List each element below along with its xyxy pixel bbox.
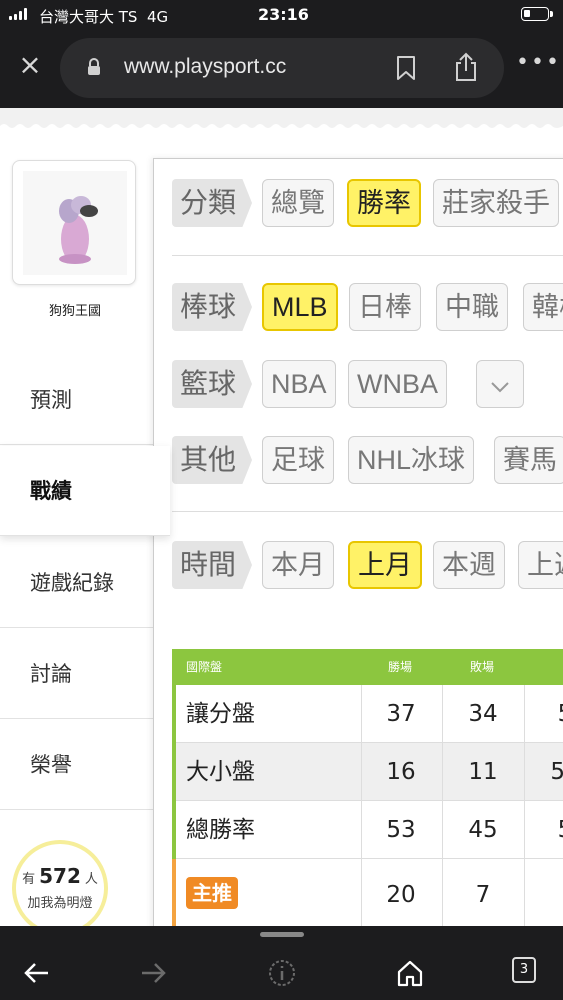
forward-icon[interactable] [138,958,168,988]
time-label: 時間 [172,541,253,589]
divider [172,255,563,256]
row-wins: 37 [386,701,416,727]
tabs-icon[interactable]: 3 [512,957,536,983]
filter-cpbl[interactable]: 中職 [436,283,508,331]
browser-chrome: 台灣大哥大 TS 4G 23:16 × www.playsport.cc ••• [0,0,563,108]
fans-prefix: 有 [22,872,36,887]
bookmark-icon[interactable] [396,55,416,81]
sidebar-item-record[interactable]: 戰績 [0,446,170,536]
drag-handle[interactable] [260,932,304,937]
url-text: www.playsport.cc [124,55,287,78]
filter-mlb[interactable]: MLB [262,283,338,331]
fans-suffix: 人 [84,872,98,887]
row-extra: 5 [530,801,563,859]
divider [524,685,525,926]
row-losses: 11 [468,759,498,785]
sidebar-item-game-log[interactable]: 遊戲紀錄 [0,538,153,628]
filter-horse-racing[interactable]: 賽馬 [494,436,563,484]
table-row: 大小盤 16 11 59 [172,743,563,801]
divider [172,511,563,512]
carrier-label: 台灣大哥大 TS 4G [39,8,169,26]
row-wins: 53 [386,817,416,843]
section-bar [172,859,176,926]
row-extra: 59 [550,759,563,785]
more-icon[interactable]: ••• [516,50,561,75]
share-icon[interactable] [453,52,479,82]
sidebar-item-honors[interactable]: 榮譽 [0,720,153,810]
back-icon[interactable] [22,958,52,988]
clock: 23:16 [258,5,309,24]
sidebar-item-discussion[interactable]: 討論 [0,629,153,719]
row-name: 大小盤 [186,759,255,785]
row-losses: 45 [468,817,498,843]
header-wins: 勝場 [388,660,413,674]
divider [442,685,443,926]
filter-nhl[interactable]: NHL冰球 [348,436,475,484]
lock-icon [88,58,100,75]
close-icon[interactable]: × [18,51,42,79]
avatar-frame[interactable] [12,160,136,285]
filter-this-month[interactable]: 本月 [262,541,334,589]
sidebar: 狗狗王國 預測 戰績 遊戲紀錄 討論 榮譽 有 572 人 加我為明燈 [0,130,170,926]
follow-caption: 加我為明燈 [27,896,93,911]
row-losses: 34 [468,701,498,727]
header-losses: 敗場 [470,660,495,674]
sidebar-item-predictions[interactable]: 預測 [0,355,153,445]
filter-this-week[interactable]: 本週 [433,541,505,589]
featured-badge: 主推 [186,877,238,909]
home-icon[interactable] [395,958,425,988]
expand-more-button[interactable] [476,360,524,408]
page-top-edge [0,108,563,130]
header-market: 國際盤 [186,660,223,674]
filter-wnba[interactable]: WNBA [348,360,447,408]
table-row: 總勝率 53 45 5 [172,801,563,859]
other-label: 其他 [172,436,253,484]
row-name: 總勝率 [186,817,255,843]
filter-bookmaker-killer[interactable]: 莊家殺手 [433,179,559,227]
table-row-featured: 主推 20 7 [172,859,563,926]
table-header: 國際盤 勝場 敗場 [172,649,563,685]
avatar [23,171,127,275]
filter-soccer[interactable]: 足球 [262,436,334,484]
filter-last-week[interactable]: 上週 [518,541,563,589]
row-wins: 20 [386,882,416,908]
row-losses: 7 [475,882,491,908]
row-name: 讓分盤 [186,701,255,727]
filter-kbo[interactable]: 韓棒 [523,283,563,331]
page: 狗狗王國 預測 戰績 遊戲紀錄 討論 榮譽 有 572 人 加我為明燈 分類 總覽 … [0,108,563,926]
filter-last-month[interactable]: 上月 [348,541,422,589]
basketball-label: 籃球 [172,360,253,408]
row-wins: 16 [386,759,416,785]
table-row: 讓分盤 37 34 5 [172,685,563,743]
filter-npb[interactable]: 日棒 [349,283,421,331]
row-extra: 5 [530,685,563,743]
content-panel: 分類 總覽 勝率 莊家殺手 棒球 MLB 日棒 中職 韓棒 籃球 NBA WNB… [153,158,563,926]
filter-nba[interactable]: NBA [262,360,336,408]
browser-toolbar: 3 [0,926,563,1000]
filter-overview[interactable]: 總覽 [262,179,334,227]
battery-icon [521,7,553,21]
fans-count: 572 [39,864,81,888]
signal-icon [9,8,29,20]
chevron-down-icon [491,382,509,393]
divider [361,685,362,926]
category-label: 分類 [172,179,253,227]
filter-win-rate[interactable]: 勝率 [347,179,421,227]
url-bar[interactable]: www.playsport.cc [60,38,504,98]
status-bar: 台灣大哥大 TS 4G 23:16 [0,0,563,30]
section-bar [172,685,176,859]
info-icon[interactable] [267,958,297,988]
username: 狗狗王國 [48,304,101,319]
baseball-label: 棒球 [172,283,253,331]
follow-circle[interactable]: 有 572 人 加我為明燈 [12,840,108,926]
